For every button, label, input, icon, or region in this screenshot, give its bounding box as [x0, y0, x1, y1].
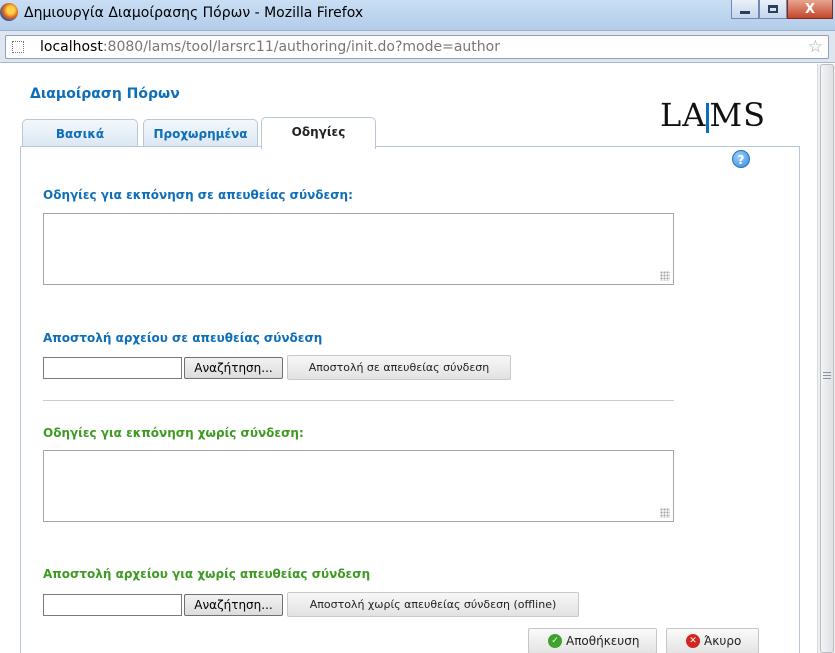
window-title: Δημιουργία Διαμοίρασης Πόρων - Mozilla F… [24, 5, 364, 21]
offline-browse-button[interactable]: Αναζήτηση... [184, 594, 283, 616]
offline-instructions-textarea[interactable] [43, 450, 674, 522]
page-title: Διαμοίραση Πόρων [30, 86, 180, 102]
firefox-icon [0, 3, 18, 21]
maximize-icon [768, 5, 778, 13]
scrollbar-thumb[interactable] [820, 64, 834, 653]
online-file-input[interactable] [43, 357, 182, 379]
resize-grip-icon[interactable] [660, 508, 670, 518]
window-controls: X [731, 0, 833, 20]
url-bar[interactable]: localhost:8080/lams/tool/larsrc11/author… [5, 35, 829, 59]
close-icon: X [804, 1, 816, 17]
resize-grip-icon[interactable] [660, 271, 670, 281]
page-icon [12, 41, 24, 53]
offline-instructions-label: Οδηγίες για εκπόνηση χωρίς σύνδεση: [43, 426, 304, 440]
bookmark-star-icon[interactable]: ☆ [808, 37, 823, 57]
online-browse-button[interactable]: Αναζήτηση... [184, 357, 283, 379]
scrollbar-grip-icon [823, 372, 831, 381]
offline-file-input[interactable] [43, 594, 182, 616]
online-upload-label: Αποστολή αρχείου σε απευθείας σύνδεση [43, 331, 323, 345]
tab-instructions[interactable]: Οδηγίες [261, 117, 376, 149]
save-button[interactable]: ✓ Αποθήκευση [528, 628, 657, 653]
maximize-button[interactable] [759, 0, 787, 19]
cancel-x-icon: ✕ [686, 634, 700, 648]
online-instructions-label: Οδηγίες για εκπόνηση σε απευθείας σύνδεσ… [43, 188, 353, 202]
url-path: :8080/lams/tool/larsrc11/authoring/init.… [102, 39, 500, 55]
minimize-button[interactable] [731, 0, 759, 19]
checkmark-icon: ✓ [548, 634, 562, 648]
online-upload-button[interactable]: Αποστολή σε απευθείας σύνδεση [287, 355, 511, 380]
url-host: localhost [40, 39, 103, 55]
save-button-label: Αποθήκευση [566, 634, 640, 648]
close-button[interactable]: X [787, 0, 833, 19]
minimize-icon [740, 10, 750, 14]
address-toolbar: localhost:8080/lams/tool/larsrc11/author… [0, 31, 835, 63]
cancel-button-label: Άκυρο [704, 634, 742, 648]
url-text: localhost:8080/lams/tool/larsrc11/author… [40, 39, 500, 55]
vertical-scrollbar[interactable] [817, 64, 835, 653]
tab-advanced[interactable]: Προχωρημένα [143, 119, 258, 147]
tab-basic[interactable]: Βασικά [22, 119, 138, 147]
logo-text-right: MS [709, 96, 767, 134]
divider [43, 400, 674, 401]
online-instructions-textarea[interactable] [43, 213, 674, 285]
lams-logo: LAMS [660, 96, 766, 134]
logo-text-left: LA [660, 96, 707, 134]
cancel-button[interactable]: ✕ Άκυρο [666, 628, 759, 653]
offline-upload-button[interactable]: Αποστολή χωρίς απευθείας σύνδεση (offlin… [287, 592, 579, 617]
offline-upload-label: Αποστολή αρχείου για χωρίς απευθείας σύν… [43, 567, 371, 581]
page-content: Διαμοίραση Πόρων LAMS Βασικά Προχωρημένα… [0, 64, 817, 653]
window-title-bar: Δημιουργία Διαμοίρασης Πόρων - Mozilla F… [0, 0, 835, 31]
help-icon[interactable]: ? [732, 150, 750, 168]
